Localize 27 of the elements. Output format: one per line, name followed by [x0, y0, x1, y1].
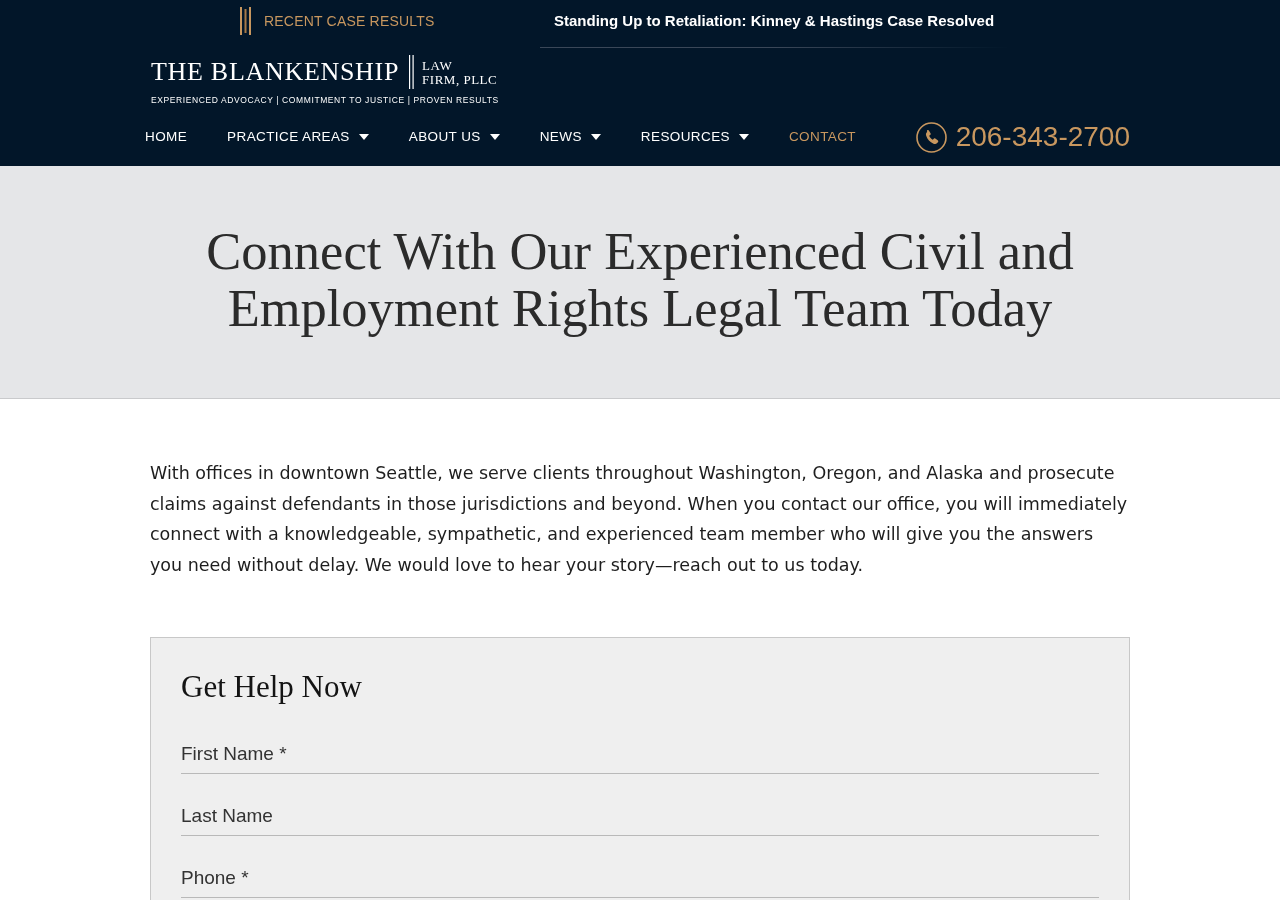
phone-number-link[interactable]: 206-343-2700	[955, 120, 1130, 154]
logo-name: THE BLANKENSHIP	[151, 57, 400, 87]
intro-paragraph: With offices in downtown Seattle, we serve clients throughout Washington, Oregon, and Alaska and prosecute claims against defendants in those jurisdictions and beyond. When you contact our office, you will immediately connect with a knowledgeable, sympathetic, and experienced team member who will give you the answers you need without delay. We would love to hear your story—reach out to us today.	[150, 462, 1129, 577]
caret-icon	[489, 134, 500, 140]
caret-icon	[358, 134, 369, 140]
nav-link[interactable]: ABOUT US	[408, 126, 500, 148]
form-title: Get Help Now	[181, 668, 363, 706]
recent-case-results-link[interactable]: RECENT CASE RESULTS	[264, 10, 435, 32]
logo-suffix-text: FIRM, PLLC	[422, 73, 498, 87]
page-title: Connect With Our Experienced Civil and Employment Rights Legal Team Today	[205, 223, 1075, 337]
phone-icon	[915, 121, 947, 153]
logo-tagline: EXPERIENCED ADVOCACY | COMMITMENT TO JUSTICE | PROVEN RESULTS	[151, 94, 499, 106]
double-line-icon	[409, 55, 415, 89]
case-headline-link[interactable]: Standing Up to Retaliation: Kinney & Hastings Case Resolved	[554, 9, 995, 33]
nav-link[interactable]: HOME	[145, 126, 188, 148]
nav-link[interactable]: RESOURCES	[640, 126, 749, 148]
logo-suffix-text: LAW	[422, 59, 454, 73]
nav-link[interactable]: PRACTICE AREAS	[227, 126, 369, 148]
caret-icon	[590, 134, 601, 140]
vertical-lines-icon	[240, 7, 251, 35]
input-field[interactable]: First Name *	[181, 741, 1099, 774]
input-field[interactable]: Phone *	[181, 865, 1099, 898]
logo[interactable]: THE BLANKENSHIP LAW FIRM, PLLC EXPERIENCED ADVOCACY | COMMITMENT TO JUSTICE | PROVEN RESULTS	[151, 55, 499, 106]
caret-icon	[738, 134, 749, 140]
nav-link[interactable]: NEWS	[539, 126, 601, 148]
input-field[interactable]: Last Name	[181, 803, 1099, 836]
nav-link[interactable]: CONTACT	[788, 126, 856, 148]
